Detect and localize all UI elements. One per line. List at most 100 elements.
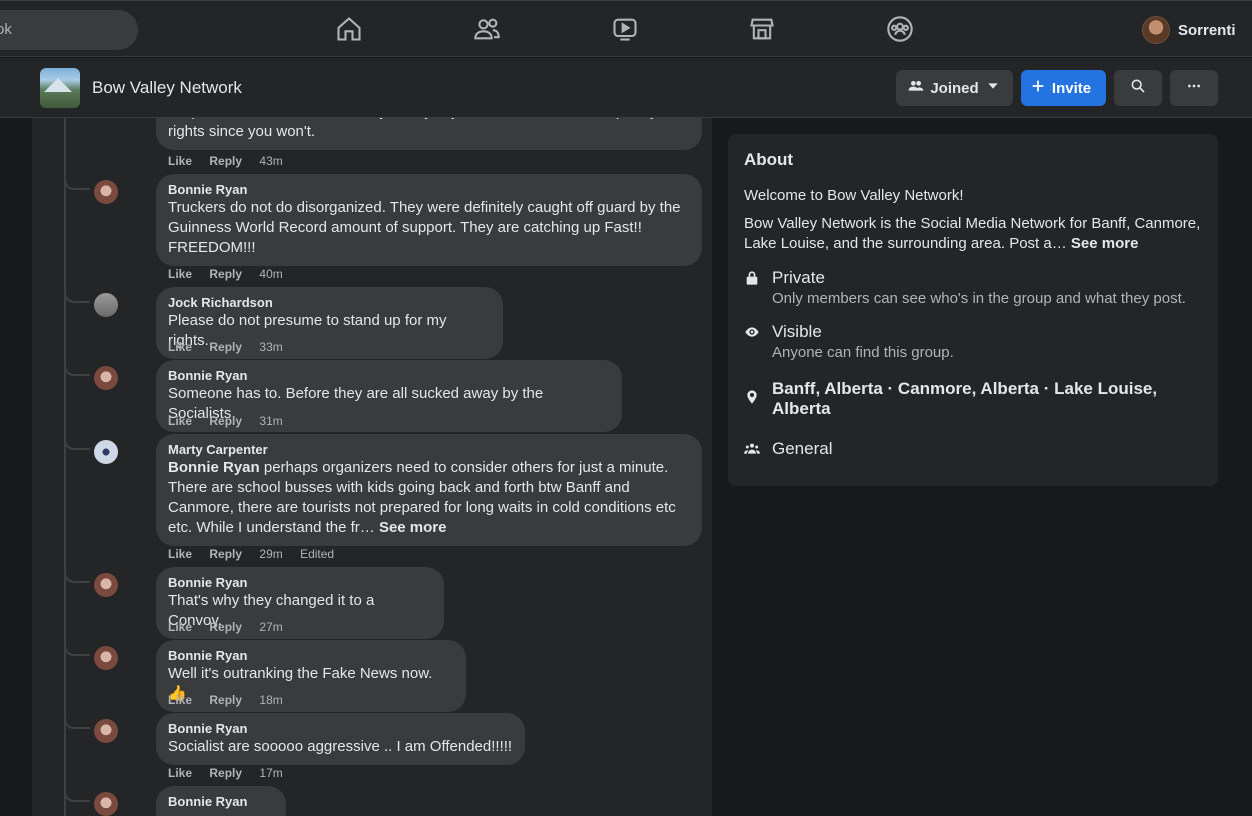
comment-time[interactable]: 31m xyxy=(259,414,282,428)
avatar[interactable] xyxy=(94,366,118,390)
reply-link[interactable]: Reply xyxy=(209,340,242,354)
privacy-row: Private Only members can see who's in th… xyxy=(744,268,1186,309)
avatar[interactable] xyxy=(94,293,118,317)
invite-button[interactable]: Invite xyxy=(1021,70,1106,106)
group-thumbnail[interactable] xyxy=(40,68,80,108)
reply-link[interactable]: Reply xyxy=(209,154,242,168)
about-title: About xyxy=(744,150,794,169)
reply-connector xyxy=(64,571,90,583)
comment-actions: Like Reply 33m xyxy=(168,340,297,354)
about-welcome: Welcome to Bow Valley Network! xyxy=(744,187,964,204)
friends-icon[interactable] xyxy=(471,13,503,45)
about-description: Bow Valley Network is the Social Media N… xyxy=(744,214,1206,254)
reply-link[interactable]: Reply xyxy=(209,620,242,634)
comment-time[interactable]: 40m xyxy=(259,267,282,281)
like-link[interactable]: Like xyxy=(168,766,192,780)
reply-connector xyxy=(64,438,90,450)
watch-icon[interactable] xyxy=(609,13,641,45)
location-pin-icon xyxy=(744,379,760,419)
reply-connector xyxy=(64,291,90,303)
thread-line xyxy=(64,118,66,816)
group-search-button[interactable] xyxy=(1114,70,1162,106)
search-icon xyxy=(1130,78,1146,98)
people-icon xyxy=(744,439,760,459)
see-more-link[interactable]: See more xyxy=(1071,235,1139,252)
groups-icon[interactable] xyxy=(884,13,916,45)
comment-author[interactable]: Bonnie Ryan xyxy=(168,182,690,198)
avatar[interactable] xyxy=(94,440,118,464)
avatar xyxy=(1142,16,1170,44)
comment-actions: Like Reply 43m xyxy=(168,154,297,168)
comment-author[interactable]: Bonnie Ryan xyxy=(168,648,454,664)
location-text[interactable]: Banff, Alberta · Canmore, Alberta · Lake… xyxy=(772,379,1192,419)
comment-bubble: No problem lols 02 , don't need you anyw… xyxy=(156,118,702,150)
reply-link[interactable]: Reply xyxy=(209,267,242,281)
comment-time[interactable]: 29m xyxy=(259,547,282,561)
edited-label[interactable]: Edited xyxy=(300,547,334,561)
plus-icon xyxy=(1030,78,1046,98)
like-link[interactable]: Like xyxy=(168,340,192,354)
profile-shortcut[interactable]: Sorrenti xyxy=(1142,16,1236,44)
comment-text: Truckers do not do disorganized. They we… xyxy=(168,199,681,256)
visibility-subtitle: Anyone can find this group. xyxy=(772,344,954,361)
comment-bubble: Bonnie Ryan Truckers do not do disorgani… xyxy=(156,174,702,266)
comment-text: No problem lols 02 , don't need you anyw… xyxy=(168,118,679,140)
joined-label: Joined xyxy=(930,79,979,97)
avatar[interactable] xyxy=(94,646,118,670)
comment-author[interactable]: Jock Richardson xyxy=(168,295,491,311)
top-navigation-bar: ok Sorrenti xyxy=(0,0,1252,57)
comment-time[interactable]: 43m xyxy=(259,154,282,168)
reply-connector xyxy=(64,644,90,656)
group-name[interactable]: Bow Valley Network xyxy=(92,78,242,98)
comment-time[interactable]: 18m xyxy=(259,693,282,707)
comment-actions: Like Reply 27m xyxy=(168,620,297,634)
comment-author[interactable]: Marty Carpenter xyxy=(168,442,690,458)
like-link[interactable]: Like xyxy=(168,414,192,428)
visibility-title: Visible xyxy=(772,322,822,341)
avatar[interactable] xyxy=(94,573,118,597)
reply-link[interactable]: Reply xyxy=(209,693,242,707)
reply-link[interactable]: Reply xyxy=(209,766,242,780)
comment-author[interactable]: Bonnie Ryan xyxy=(168,368,610,384)
like-link[interactable]: Like xyxy=(168,620,192,634)
joined-button[interactable]: Joined xyxy=(896,70,1013,106)
eye-icon xyxy=(744,322,760,363)
ellipsis-icon xyxy=(1186,78,1202,98)
comment-bubble: Marty Carpenter Bonnie Ryan perhaps orga… xyxy=(156,434,702,546)
see-more-link[interactable]: See more xyxy=(379,519,447,536)
comment-actions: Like Reply 29m Edited xyxy=(168,547,348,561)
reply-link[interactable]: Reply xyxy=(209,547,242,561)
avatar[interactable] xyxy=(94,180,118,204)
comment-time[interactable]: 33m xyxy=(259,340,282,354)
comment-time[interactable]: 17m xyxy=(259,766,282,780)
more-options-button[interactable] xyxy=(1170,70,1218,106)
avatar[interactable] xyxy=(94,719,118,743)
home-icon[interactable] xyxy=(333,13,365,45)
marketplace-icon[interactable] xyxy=(746,13,778,45)
caret-down-icon xyxy=(985,78,1001,98)
search-input[interactable]: ok xyxy=(0,10,138,50)
about-card: About Welcome to Bow Valley Network! Bow… xyxy=(728,134,1218,486)
comment-author[interactable]: Bonnie Ryan xyxy=(168,794,274,810)
mention-link[interactable]: Bonnie Ryan xyxy=(168,459,260,476)
comment-bubble: Bonnie Ryan xyxy=(156,786,286,816)
profile-name: Sorrenti xyxy=(1178,21,1236,39)
privacy-subtitle: Only members can see who's in the group … xyxy=(772,290,1186,307)
reply-connector xyxy=(64,717,90,729)
like-link[interactable]: Like xyxy=(168,693,192,707)
like-link[interactable]: Like xyxy=(168,547,192,561)
like-link[interactable]: Like xyxy=(168,154,192,168)
avatar[interactable] xyxy=(94,792,118,816)
comment-time[interactable]: 27m xyxy=(259,620,282,634)
category-text: General xyxy=(772,439,833,458)
location-row: Banff, Alberta · Canmore, Alberta · Lake… xyxy=(744,379,1192,419)
like-link[interactable]: Like xyxy=(168,267,192,281)
comment-thread: No problem lols 02 , don't need you anyw… xyxy=(32,118,712,816)
comment-author[interactable]: Bonnie Ryan xyxy=(168,721,513,737)
category-row: General xyxy=(744,439,832,459)
visibility-row: Visible Anyone can find this group. xyxy=(744,322,954,363)
reply-link[interactable]: Reply xyxy=(209,414,242,428)
group-header: Bow Valley Network Joined Invite xyxy=(0,58,1252,118)
comment-text: Socialist are sooooo aggressive .. I am … xyxy=(168,738,513,755)
comment-author[interactable]: Bonnie Ryan xyxy=(168,575,432,591)
